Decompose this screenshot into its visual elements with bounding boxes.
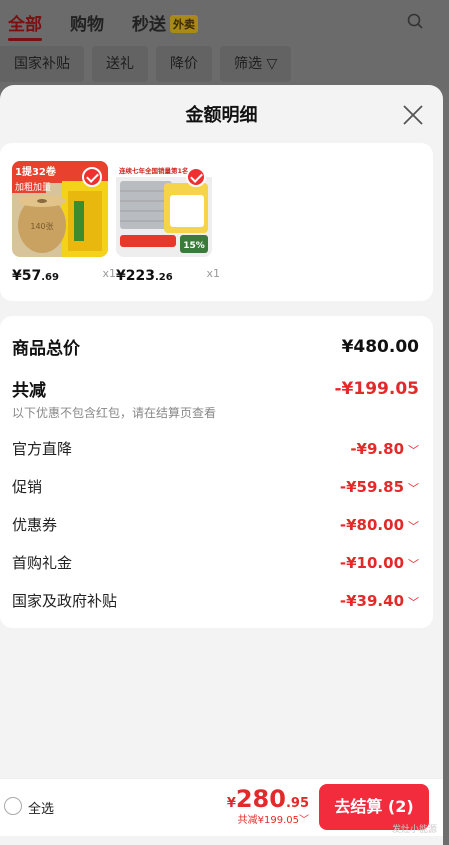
filter-bar: 国家补贴 送礼 降价 筛选 ▽: [0, 46, 292, 82]
takeout-badge: 外卖: [170, 15, 198, 33]
discount-label: 优惠券: [12, 516, 58, 534]
top-bar: 全部 购物 秒送 外卖 国家补贴 送礼 降价 筛选 ▽: [0, 0, 449, 90]
svg-text:加粗加量: 加粗加量: [15, 181, 51, 193]
total-price-row: 商品总价 ¥480.00: [12, 334, 419, 360]
discount-label: 首购礼金: [12, 554, 73, 572]
svg-text:140张: 140张: [30, 222, 53, 231]
chevron-down-icon[interactable]: ﹀: [408, 480, 419, 496]
discount-row-first-purchase[interactable]: 首购礼金 -¥10.00 ﹀: [12, 552, 419, 573]
product-price-dec: .26: [154, 272, 173, 283]
tab-all[interactable]: 全部: [8, 10, 42, 41]
total-reduce-label: 共减: [12, 381, 46, 401]
product-item[interactable]: 140张 1提32卷 加粗加量 ¥57.69 x1: [12, 161, 116, 284]
product-qty: x1: [102, 267, 116, 280]
product-price-row: ¥223.26 x1: [116, 265, 220, 284]
tab-flash-delivery[interactable]: 秒送 外卖: [132, 10, 198, 35]
discount-row-coupon[interactable]: 优惠券 -¥80.00 ﹀: [12, 514, 419, 535]
amount-dec: .95: [285, 796, 309, 811]
svg-text:连续七年全国销量第1名: 连续七年全国销量第1名: [119, 166, 189, 175]
saved-amount[interactable]: 共减¥199.05﹀: [227, 811, 309, 826]
chevron-down-icon[interactable]: ﹀: [408, 556, 419, 572]
discount-row-official[interactable]: 官方直降 -¥9.80 ﹀: [12, 438, 419, 459]
filter-screen-label: 筛选: [234, 56, 262, 72]
saved-text: 共减¥199.05: [237, 815, 299, 826]
funnel-icon: ▽: [266, 56, 278, 72]
product-price-int: ¥223: [116, 268, 155, 284]
checkout-bar: 全选 ¥280.95 共减¥199.05﹀ 去结算 (2): [0, 778, 443, 836]
close-icon[interactable]: [401, 103, 425, 127]
tab-shopping[interactable]: 购物: [70, 10, 104, 35]
total-reduce-value: -¥199.05: [334, 378, 420, 399]
search-icon[interactable]: [407, 13, 423, 29]
product-item[interactable]: 连续七年全国销量第1名 15% ¥223.26 x1: [116, 161, 220, 284]
tab-flash-delivery-label: 秒送: [132, 15, 166, 35]
product-price: ¥223.26: [116, 268, 173, 284]
product-price: ¥57.69: [12, 268, 59, 284]
discount-value: -¥39.40 ﹀: [340, 592, 419, 610]
payable-amount: ¥280.95: [227, 785, 309, 813]
discount-amount: -¥10.00: [339, 553, 404, 572]
product-price-row: ¥57.69 x1: [12, 265, 116, 284]
discount-amount: -¥80.00: [339, 515, 404, 534]
chevron-down-icon: ﹀: [299, 815, 309, 826]
product-card: 140张 1提32卷 加粗加量 ¥57.69 x1 连续七年全国销量第1名 15…: [0, 143, 433, 301]
discount-row-promotion[interactable]: 促销 -¥59.85 ﹀: [12, 476, 419, 497]
discount-label: 促销: [12, 478, 43, 496]
filter-screen[interactable]: 筛选 ▽: [220, 46, 292, 82]
selected-check-icon[interactable]: [82, 167, 102, 187]
watermark: 发灶小能源: [391, 825, 437, 835]
select-all-radio[interactable]: [4, 797, 22, 815]
discount-note: 以下优惠不包含红包，请在结算页查看: [12, 406, 217, 420]
discount-value: -¥80.00 ﹀: [340, 516, 419, 534]
chevron-down-icon[interactable]: ﹀: [408, 442, 419, 458]
total-price-value: ¥480.00: [341, 336, 419, 357]
svg-text:1提32卷: 1提32卷: [15, 165, 57, 178]
total-price-label: 商品总价: [12, 339, 80, 359]
product-image-electric-blanket[interactable]: 连续七年全国销量第1名 15%: [116, 161, 212, 257]
discount-amount: -¥39.40: [339, 591, 404, 610]
discount-label: 官方直降: [12, 440, 73, 458]
product-price-dec: .69: [41, 272, 59, 283]
filter-gift[interactable]: 送礼: [92, 46, 148, 82]
svg-text:15%: 15%: [183, 241, 205, 251]
amount-int: 280: [235, 785, 286, 813]
total-amount: ¥280.95 共减¥199.05﹀: [227, 785, 309, 826]
discount-amount: -¥59.85: [339, 477, 404, 496]
category-tabs: 全部 购物 秒送 外卖: [8, 10, 226, 41]
total-reduce-row: 共减 -¥199.05: [12, 376, 420, 402]
price-detail-card: 商品总价 ¥480.00 共减 -¥199.05 以下优惠不包含红包，请在结算页…: [0, 316, 433, 628]
discount-amount: -¥9.80: [350, 439, 404, 458]
discount-value: -¥10.00 ﹀: [340, 554, 419, 572]
select-all-label[interactable]: 全选: [28, 798, 54, 817]
product-image-toilet-paper[interactable]: 140张 1提32卷 加粗加量: [12, 161, 108, 257]
selected-check-icon[interactable]: [186, 167, 206, 187]
filter-national-subsidy[interactable]: 国家补贴: [0, 46, 84, 82]
product-price-int: ¥57: [12, 268, 42, 284]
amount-detail-sheet: 金额明细 140张 1提32卷 加粗加量 ¥57.69 x1 连续七年全国销量第…: [0, 85, 443, 845]
currency-symbol: ¥: [226, 796, 236, 811]
discount-value: -¥59.85 ﹀: [340, 478, 419, 496]
chevron-down-icon[interactable]: ﹀: [408, 594, 419, 610]
discount-row-subsidy[interactable]: 国家及政府补贴 -¥39.40 ﹀: [12, 590, 419, 611]
product-qty: x1: [206, 267, 220, 280]
discount-label: 国家及政府补贴: [12, 592, 118, 610]
chevron-down-icon[interactable]: ﹀: [408, 518, 419, 534]
sheet-title: 金额明细: [185, 105, 258, 126]
filter-price-drop[interactable]: 降价: [156, 46, 212, 82]
discount-value: -¥9.80 ﹀: [350, 440, 419, 458]
